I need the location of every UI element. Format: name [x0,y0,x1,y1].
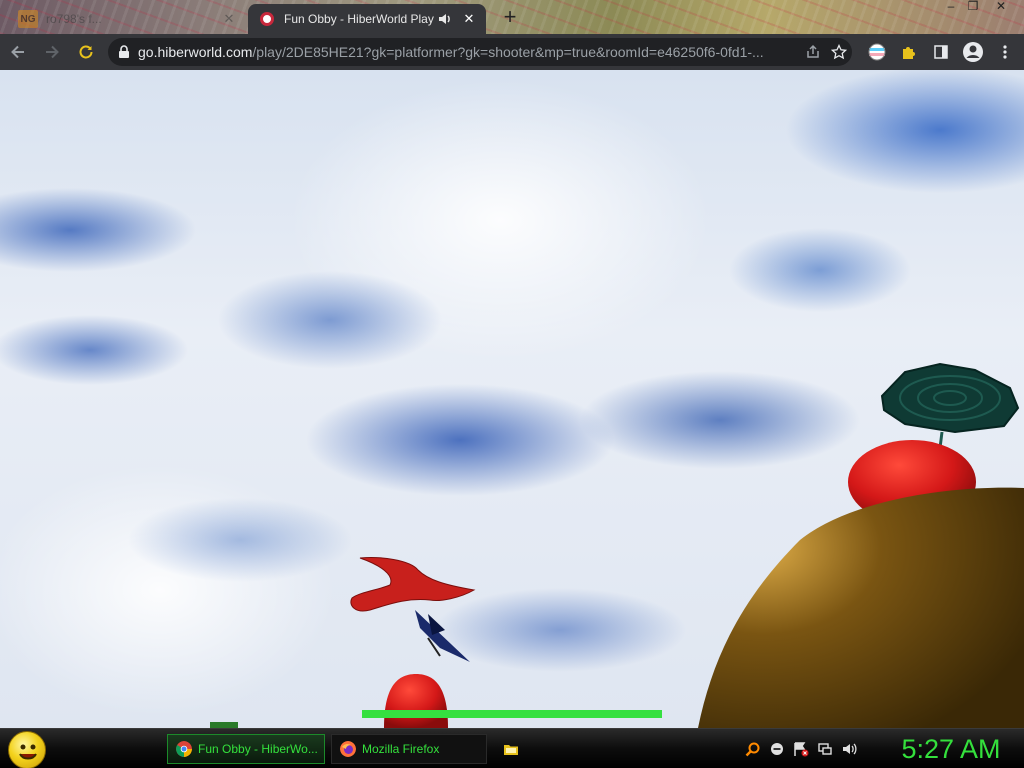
taskbar-clock[interactable]: 5:27 AM [884,733,1018,765]
tab-strip: NG ro798's f... ✕ Fun Obby - HiberWorld … [0,0,1024,34]
taskbar: Fun Obby - HiberWo... Mozilla Firefox 5:… [0,728,1024,768]
newgrounds-icon: NG [18,10,38,28]
lock-icon [119,45,129,58]
side-panel-icon[interactable] [928,39,954,65]
umbrella [880,362,1020,449]
tab-title: Fun Obby - HiberWorld Play [284,12,434,26]
game-viewport[interactable] [0,70,1024,728]
window-close-icon[interactable]: ✕ [990,0,1012,14]
new-tab-button[interactable]: + [498,6,522,30]
minimize-icon[interactable]: – [940,0,962,14]
back-button[interactable] [2,36,34,68]
url-host: go.hiberworld.com [138,44,253,60]
extensions-puzzle-icon[interactable] [896,39,922,65]
menu-kebab-icon[interactable] [992,39,1018,65]
game-scene [210,362,1024,728]
forward-button[interactable] [36,36,68,68]
flag-extension-icon[interactable] [864,39,890,65]
toolbar-right [864,36,1018,68]
close-icon[interactable]: ✕ [220,10,238,28]
brown-mound [698,487,1024,728]
folder-icon[interactable] [502,740,520,758]
browser-toolbar: go.hiberworld.com/play/2DE85HE21?gk=plat… [0,34,1024,70]
url-text: go.hiberworld.com/play/2DE85HE21?gk=plat… [138,44,800,60]
volume-icon[interactable] [840,740,858,758]
maximize-icon[interactable]: ❐ [962,0,984,14]
firefox-icon [340,741,356,757]
chrome-icon [176,741,192,757]
taskbar-item-label: Mozilla Firefox [362,742,440,756]
red-bird [350,557,476,662]
share-icon[interactable] [800,39,826,65]
url-path: /play/2DE85HE21?gk=platformer?gk=shooter… [252,44,764,60]
smiley-start-icon [19,744,37,760]
minus-circle-icon[interactable] [768,740,786,758]
tab-active[interactable]: Fun Obby - HiberWorld Play ✕ [248,4,486,34]
address-bar[interactable]: go.hiberworld.com/play/2DE85HE21?gk=plat… [108,38,852,66]
system-tray [744,739,858,759]
action-center-flag-icon[interactable] [792,740,810,758]
tab-title: ro798's f... [46,12,102,26]
profile-avatar-icon[interactable] [960,39,986,65]
network-icon[interactable] [816,740,834,758]
desktop-screen: NG ro798's f... ✕ Fun Obby - HiberWorld … [0,0,1024,768]
red-balloon-bottom [384,674,448,728]
tab-inactive[interactable]: NG ro798's f... ✕ [10,4,246,34]
reload-icon [79,45,93,59]
bookmark-star-icon[interactable] [826,39,852,65]
audio-playing-icon[interactable] [438,12,454,26]
taskbar-item-firefox[interactable]: Mozilla Firefox [331,734,487,764]
start-button[interactable] [8,731,46,768]
taskbar-item-label: Fun Obby - HiberWo... [198,742,318,756]
hiberworld-icon [260,12,274,26]
forward-arrow-icon [46,45,59,59]
health-bar [362,710,662,718]
search-icon[interactable] [744,740,762,758]
reload-button[interactable] [70,36,102,68]
taskbar-item-chrome[interactable]: Fun Obby - HiberWo... [167,734,325,764]
back-arrow-icon [11,45,24,59]
close-icon[interactable]: ✕ [460,10,478,28]
quick-launch [502,739,520,759]
